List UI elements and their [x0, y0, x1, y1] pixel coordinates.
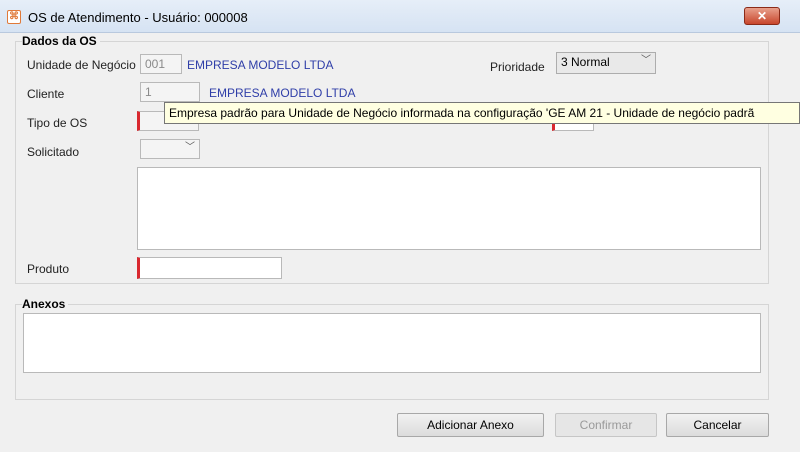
prioridade-label: Prioridade — [490, 60, 545, 74]
tooltip: Empresa padrão para Unidade de Negócio i… — [164, 102, 800, 124]
cliente-label: Cliente — [27, 87, 65, 101]
produto-label: Produto — [27, 262, 70, 276]
dados-da-os-title: Dados da OS — [22, 34, 100, 48]
unidade-name-text: EMPRESA MODELO LTDA — [187, 58, 334, 72]
solicitado-label: Solicitado — [27, 145, 80, 159]
anexos-title: Anexos — [22, 297, 69, 311]
confirmar-button[interactable]: Confirmar — [555, 413, 657, 437]
cliente-code-field[interactable]: 1 — [140, 82, 200, 102]
window-title: OS de Atendimento - Usuário: 000008 — [28, 10, 248, 25]
prioridade-select[interactable]: 3 Normal ﹀ — [556, 52, 656, 74]
cancelar-button[interactable]: Cancelar — [666, 413, 769, 437]
title-bar: ⌘ OS de Atendimento - Usuário: 000008 ✕ — [0, 0, 800, 33]
description-textarea[interactable] — [137, 167, 761, 250]
prioridade-value: 3 Normal — [561, 55, 610, 69]
adicionar-anexo-button[interactable]: Adicionar Anexo — [397, 413, 544, 437]
close-button[interactable]: ✕ — [744, 7, 780, 25]
chevron-down-icon: ﹀ — [185, 142, 195, 153]
cliente-name-text: EMPRESA MODELO LTDA — [209, 86, 356, 100]
unidade-code-field[interactable]: 001 — [140, 54, 182, 74]
app-icon: ⌘ — [7, 10, 21, 24]
produto-input[interactable] — [137, 257, 282, 279]
anexos-list[interactable] — [23, 313, 761, 373]
unidade-label: Unidade de Negócio — [27, 58, 136, 72]
tipo-os-label: Tipo de OS — [27, 116, 88, 130]
solicitado-select[interactable]: ﹀ — [140, 139, 200, 159]
chevron-down-icon: ﹀ — [641, 55, 651, 66]
